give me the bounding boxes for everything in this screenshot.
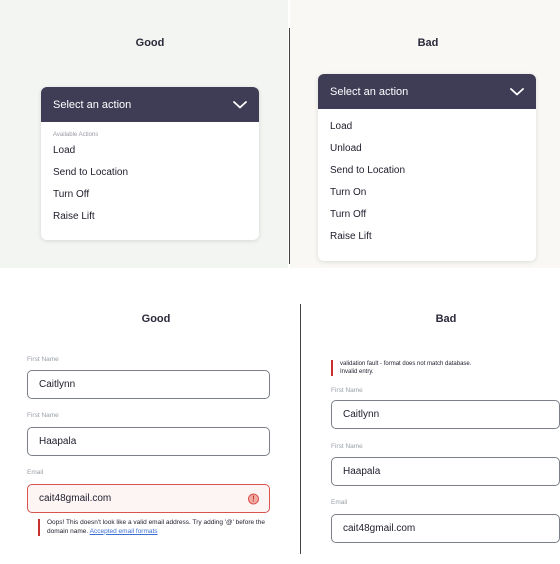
- chevron-down-icon: [233, 100, 247, 108]
- last-name-label: First Name: [331, 443, 363, 450]
- dropdown-trigger-label: Select an action: [330, 85, 409, 98]
- dropdown-item-load[interactable]: Load: [41, 139, 259, 161]
- last-name-input[interactable]: Haapala: [331, 457, 560, 486]
- first-name-input[interactable]: Caitlynn: [331, 400, 560, 429]
- email-value: cait48gmail.com: [39, 493, 112, 504]
- first-name-label: First Name: [331, 387, 363, 394]
- email-input[interactable]: cait48gmail.com: [331, 514, 560, 543]
- validation-error-message: validation fault - format does not match…: [331, 360, 560, 376]
- validation-error-line1: validation fault - format does not match…: [340, 361, 472, 367]
- last-name-input[interactable]: Haapala: [27, 427, 270, 456]
- dropdown-trigger[interactable]: Select an action: [41, 87, 259, 122]
- error-alert-icon: !: [248, 493, 259, 504]
- heading-good-top: Good: [135, 37, 165, 49]
- heading-good-bottom: Good: [141, 313, 171, 325]
- dropdown-trigger-label: Select an action: [53, 98, 132, 111]
- email-error-message: Oops! This doesn't look like a valid ema…: [38, 519, 279, 536]
- bad-action-dropdown: Select an action Load Unload Send to Loc…: [318, 74, 536, 261]
- heading-bad-bottom: Bad: [435, 313, 457, 325]
- first-name-value: Caitlynn: [343, 409, 380, 420]
- top-divider: [289, 28, 290, 264]
- email-label: Email: [27, 469, 44, 476]
- dropdown-item-raise-lift[interactable]: Raise Lift: [41, 205, 259, 227]
- dropdown-item-send-to-location[interactable]: Send to Location: [41, 161, 259, 183]
- dropdown-item-send-to-location[interactable]: Send to Location: [318, 159, 536, 181]
- last-name-label: First Name: [27, 412, 59, 419]
- accepted-formats-link[interactable]: Accepted email formats: [90, 528, 158, 535]
- email-value: cait48gmail.com: [343, 523, 416, 534]
- email-label: Email: [331, 499, 348, 506]
- validation-error-line2: Invalid entry.: [340, 369, 374, 375]
- bottom-divider: [300, 304, 301, 554]
- email-input[interactable]: cait48gmail.com !: [27, 484, 270, 513]
- heading-bad-top: Bad: [417, 37, 439, 49]
- first-name-label: First Name: [27, 356, 59, 363]
- dropdown-group-label: Available Actions: [53, 132, 99, 138]
- chevron-down-icon: [510, 87, 524, 95]
- dropdown-item-turn-on[interactable]: Turn On: [318, 181, 536, 203]
- first-name-input[interactable]: Caitlynn: [27, 370, 270, 399]
- dropdown-item-load[interactable]: Load: [318, 115, 536, 137]
- good-action-dropdown: Select an action Available Actions Load …: [41, 87, 259, 240]
- dropdown-item-unload[interactable]: Unload: [318, 137, 536, 159]
- dropdown-item-raise-lift[interactable]: Raise Lift: [318, 225, 536, 247]
- dropdown-item-turn-off[interactable]: Turn Off: [318, 203, 536, 225]
- dropdown-item-turn-off[interactable]: Turn Off: [41, 183, 259, 205]
- dropdown-trigger[interactable]: Select an action: [318, 74, 536, 109]
- last-name-value: Haapala: [343, 466, 381, 477]
- last-name-value: Haapala: [39, 436, 77, 447]
- first-name-value: Caitlynn: [39, 379, 76, 390]
